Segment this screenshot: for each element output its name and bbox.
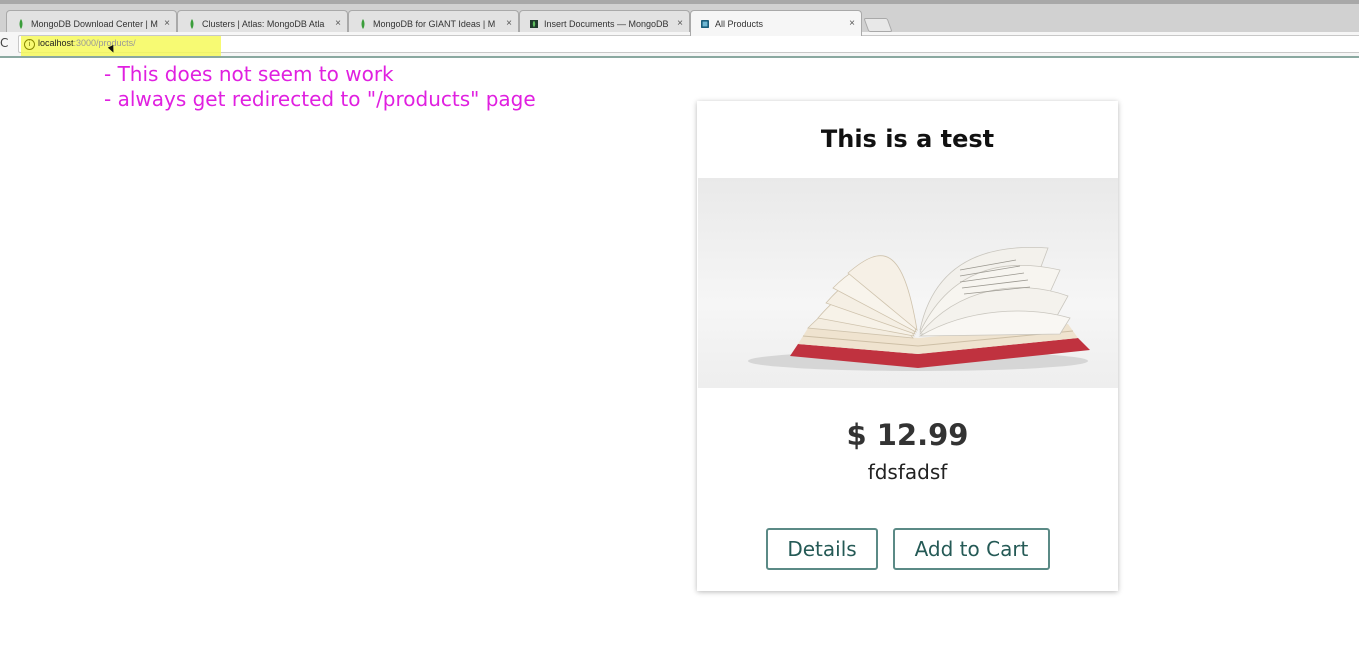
url-text[interactable]: localhost:3000/products/ xyxy=(38,38,136,48)
annotation-line: - This does not seem to work xyxy=(104,62,394,86)
product-card: This is a test $ 12.99 fdsfadsf Details … xyxy=(697,101,1118,591)
mongodb-leaf-icon xyxy=(359,18,367,29)
tab-all-products[interactable]: All Products × xyxy=(690,10,862,36)
product-description: fdsfadsf xyxy=(867,460,948,484)
tab-title: MongoDB for GIANT Ideas | M xyxy=(373,18,496,29)
new-tab-button[interactable] xyxy=(863,18,893,32)
product-price: $ 12.99 xyxy=(846,418,969,452)
app-icon xyxy=(701,19,709,29)
tab-title: Insert Documents — MongoDB xyxy=(544,18,669,29)
details-button[interactable]: Details xyxy=(766,528,878,570)
add-to-cart-button[interactable]: Add to Cart xyxy=(893,528,1050,570)
address-bar[interactable]: i localhost:3000/products/ xyxy=(18,35,1359,56)
tab-close-icon[interactable]: × xyxy=(849,18,855,29)
reload-icon[interactable]: C xyxy=(0,36,8,50)
tab-title: MongoDB Download Center | M xyxy=(31,18,158,29)
url-path: :3000/products/ xyxy=(73,38,136,48)
annotation-note: - This does not seem to work - always ge… xyxy=(104,62,536,112)
browser-tab-strip: MongoDB Download Center | M × Clusters |… xyxy=(0,0,1359,36)
annotation-line: - always get redirected to "/products" p… xyxy=(104,87,536,111)
product-title: This is a test xyxy=(820,125,995,153)
tab-title: Clusters | Atlas: MongoDB Atla xyxy=(202,18,325,29)
mongodb-leaf-icon xyxy=(188,18,196,29)
info-icon[interactable]: i xyxy=(24,39,35,50)
open-book-image xyxy=(698,178,1118,388)
browser-toolbar: C i localhost:3000/products/ xyxy=(0,32,1359,58)
tab-title: All Products xyxy=(715,18,764,29)
tab-close-icon[interactable]: × xyxy=(335,18,341,29)
tab-close-icon[interactable]: × xyxy=(677,18,683,29)
tab-close-icon[interactable]: × xyxy=(506,18,512,29)
mongodb-leaf-icon xyxy=(17,18,25,29)
mongodb-docs-icon xyxy=(530,19,538,29)
url-host: localhost xyxy=(38,38,74,48)
tab-close-icon[interactable]: × xyxy=(164,18,170,29)
